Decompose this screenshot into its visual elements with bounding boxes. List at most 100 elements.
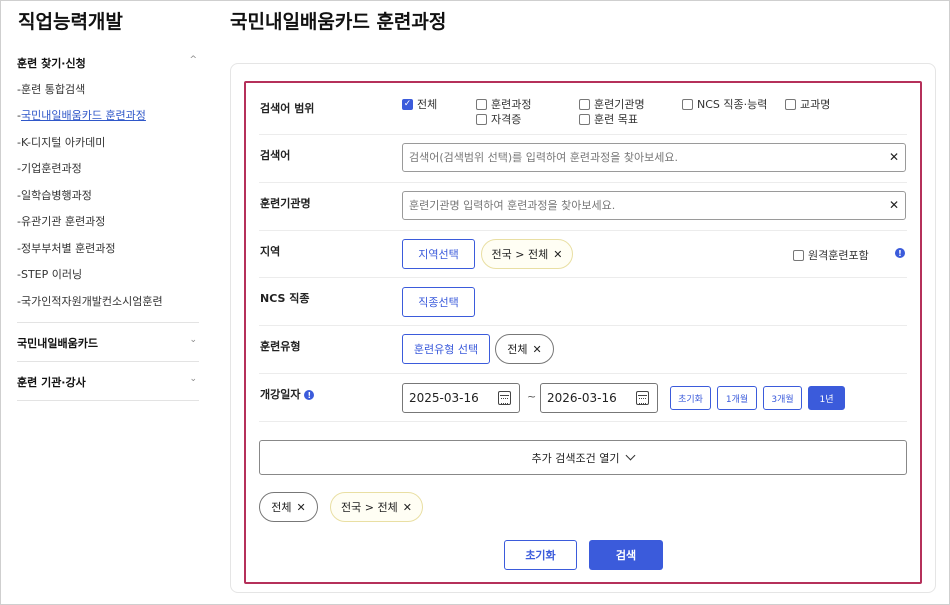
end-date-field[interactable]: 2026-03-16 xyxy=(540,383,658,413)
sidebar-divider xyxy=(17,322,199,323)
sidebar-divider xyxy=(17,400,199,401)
chip-label: 전국 > 전체 xyxy=(491,248,549,261)
sidebar-section-training-search[interactable]: 훈련 찾기·신청 ^ xyxy=(17,55,199,71)
region-chip[interactable]: 전국 > 전체 ✕ xyxy=(481,239,573,269)
type-chip[interactable]: 전체 ✕ xyxy=(495,334,554,364)
type-label: 훈련유형 xyxy=(260,340,301,353)
selected-chip-type[interactable]: 전체 ✕ xyxy=(259,492,318,522)
clear-icon[interactable]: ✕ xyxy=(889,198,899,212)
clear-icon[interactable]: ✕ xyxy=(889,150,899,164)
info-icon[interactable]: ! xyxy=(304,390,315,400)
checkbox-label: 훈련과정 xyxy=(491,98,532,111)
end-date-value: 2026-03-16 xyxy=(547,391,617,405)
checkbox-label: 훈련기관명 xyxy=(594,98,645,111)
ncs-select-button[interactable]: 직종선택 xyxy=(402,287,475,317)
period-1year-button[interactable]: 1년 xyxy=(808,386,845,410)
chevron-down-icon: ⌄ xyxy=(189,374,197,384)
row-divider xyxy=(259,325,907,326)
sidebar-item-government[interactable]: -정부부처별 훈련과정 xyxy=(17,240,116,256)
checkbox-label: NCS 직종·능력 xyxy=(697,98,768,111)
scope-checkbox-goal[interactable]: 훈련 목표 xyxy=(579,111,638,127)
sidebar-section-institution[interactable]: 훈련 기관·강사 ⌄ xyxy=(17,374,199,390)
scope-checkbox-subject[interactable]: 교과명 xyxy=(785,96,830,112)
institution-input[interactable] xyxy=(403,192,873,219)
row-divider xyxy=(259,421,907,422)
scope-label: 검색어 범위 xyxy=(260,102,315,115)
institution-label: 훈련기관명 xyxy=(260,197,311,210)
checkbox-label: 전체 xyxy=(417,98,438,111)
row-divider xyxy=(259,277,907,278)
checkbox-icon xyxy=(476,98,487,110)
close-icon[interactable]: ✕ xyxy=(403,501,412,514)
search-button[interactable]: 검색 xyxy=(589,540,663,570)
scope-checkbox-all[interactable]: ✓ 전체 xyxy=(402,96,437,112)
chip-label: 전체 xyxy=(271,501,292,514)
ncs-label: NCS 직종 xyxy=(260,292,310,305)
sidebar-item-work-study[interactable]: -일학습병행과정 xyxy=(17,187,92,203)
checkbox-checked-icon: ✓ xyxy=(402,98,413,110)
sidebar-section-card[interactable]: 국민내일배움카드 ⌄ xyxy=(17,335,199,351)
chip-label: 전국 > 전체 xyxy=(341,501,398,514)
scope-checkbox-course[interactable]: 훈련과정 xyxy=(476,96,531,112)
sidebar-item-enterprise[interactable]: -기업훈련과정 xyxy=(17,160,82,176)
chevron-down-icon xyxy=(626,450,636,461)
sidebar-item-label: -일학습병행과정 xyxy=(17,189,92,202)
start-date-value: 2025-03-16 xyxy=(409,391,479,405)
scope-checkbox-ncs[interactable]: NCS 직종·능력 xyxy=(682,96,767,112)
region-select-button[interactable]: 지역선택 xyxy=(402,239,475,269)
date-label-text: 개강일자 xyxy=(260,388,301,401)
period-3month-button[interactable]: 3개월 xyxy=(763,386,802,410)
region-label: 지역 xyxy=(260,245,281,258)
period-reset-button[interactable]: 초기화 xyxy=(670,386,711,410)
sidebar-item-label: -K-디지털 아카데미 xyxy=(17,136,106,149)
sidebar-section-label: 훈련 기관·강사 xyxy=(17,376,86,389)
sidebar-item-card-course[interactable]: -국민내일배움카드 훈련과정 xyxy=(17,107,146,123)
sidebar-item-k-digital[interactable]: -K-디지털 아카데미 xyxy=(17,134,105,150)
checkbox-label: 원격훈련포함 xyxy=(808,249,869,262)
date-separator: ~ xyxy=(527,390,537,403)
institution-field: ✕ xyxy=(402,191,906,220)
calendar-icon[interactable] xyxy=(636,391,649,405)
sidebar-item-label: -훈련 통합검색 xyxy=(17,83,86,96)
keyword-label: 검색어 xyxy=(260,149,291,162)
row-divider xyxy=(259,373,907,374)
checkbox-label: 자격증 xyxy=(491,113,522,126)
sidebar-item-label: -STEP 이러닝 xyxy=(17,268,83,281)
close-icon[interactable]: ✕ xyxy=(533,343,542,356)
row-divider xyxy=(259,182,907,183)
row-divider xyxy=(259,134,907,135)
scope-checkbox-certificate[interactable]: 자격증 xyxy=(476,111,521,127)
checkbox-icon xyxy=(476,113,487,125)
close-icon[interactable]: ✕ xyxy=(297,501,306,514)
checkbox-icon xyxy=(682,98,693,110)
row-divider xyxy=(259,230,907,231)
more-conditions-button[interactable]: 추가 검색조건 열기 xyxy=(259,440,907,475)
selected-chip-region[interactable]: 전국 > 전체 ✕ xyxy=(330,492,423,522)
start-date-field[interactable]: 2025-03-16 xyxy=(402,383,520,413)
sidebar-divider xyxy=(17,361,199,362)
calendar-icon[interactable] xyxy=(498,391,511,405)
sidebar-item-label: -국가인적자원개발컨소시엄훈련 xyxy=(17,295,163,308)
chevron-up-icon: ^ xyxy=(189,55,197,65)
date-label: 개강일자 ! xyxy=(260,386,315,402)
sidebar-title: 직업능력개발 xyxy=(18,11,123,33)
sidebar-item-label: 국민내일배움카드 훈련과정 xyxy=(20,109,146,122)
close-icon[interactable]: ✕ xyxy=(553,248,562,261)
chevron-down-icon: ⌄ xyxy=(189,335,197,345)
sidebar-item-integrated-search[interactable]: -훈련 통합검색 xyxy=(17,81,85,97)
checkbox-label: 훈련 목표 xyxy=(594,113,638,126)
type-select-button[interactable]: 훈련유형 선택 xyxy=(402,334,490,364)
reset-button[interactable]: 초기화 xyxy=(504,540,577,570)
checkbox-icon xyxy=(785,98,796,110)
sidebar-item-step[interactable]: -STEP 이러닝 xyxy=(17,266,82,282)
checkbox-icon xyxy=(579,98,590,110)
sidebar-item-consortium[interactable]: -국가인적자원개발컨소시엄훈련 xyxy=(17,293,163,309)
scope-checkbox-institution[interactable]: 훈련기관명 xyxy=(579,96,645,112)
info-icon[interactable]: ! xyxy=(895,248,905,258)
sidebar-section-label: 국민내일배움카드 xyxy=(17,337,98,350)
keyword-input[interactable] xyxy=(403,144,873,171)
sidebar-item-related-institution[interactable]: -유관기관 훈련과정 xyxy=(17,213,105,229)
period-1month-button[interactable]: 1개월 xyxy=(717,386,757,410)
remote-training-checkbox[interactable]: 원격훈련포함 xyxy=(793,247,869,263)
checkbox-label: 교과명 xyxy=(800,98,831,111)
